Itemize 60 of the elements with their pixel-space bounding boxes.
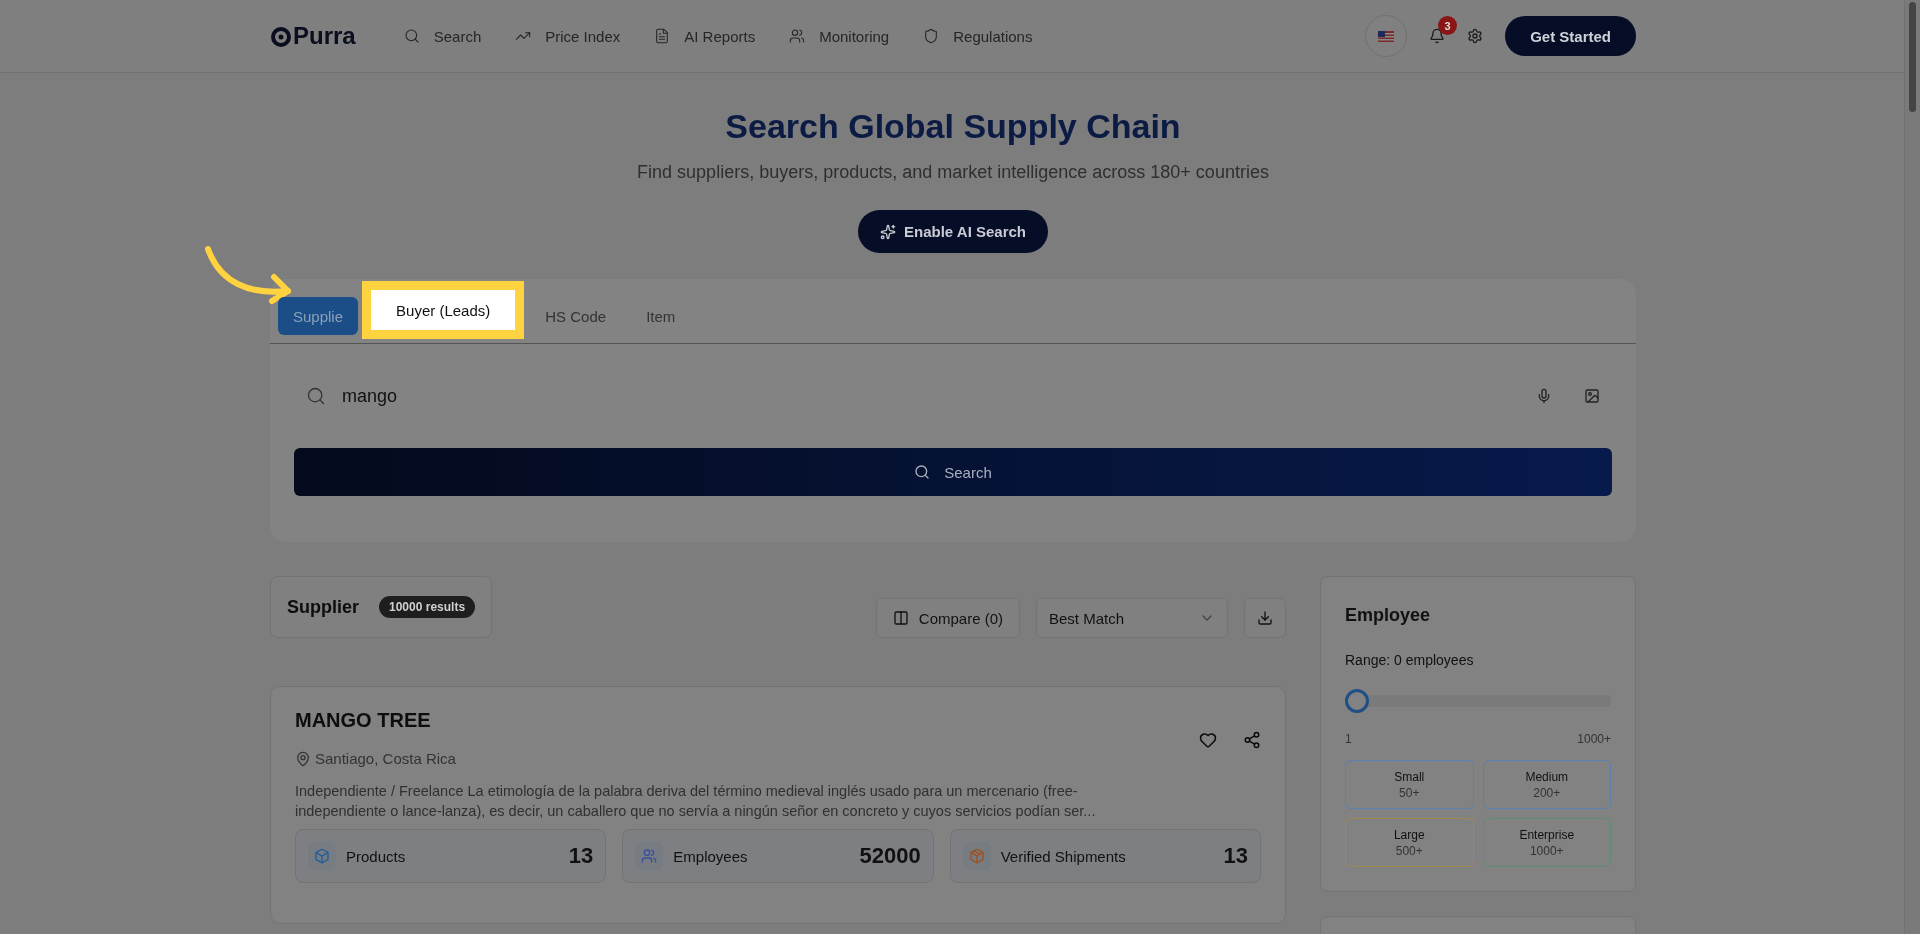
stat-label: Employees: [673, 847, 749, 865]
slider-min-label: 1: [1345, 732, 1352, 746]
search-button[interactable]: Search: [294, 448, 1612, 496]
company-description: Independiente / Freelance La etimología de la palabra deriva del término medieval inglés usado para un mercenario (free-independiente o lance-lanza), es decir, un caballero que no servía a ningún señor en concreto y cuyos servicios podían ser...: [295, 782, 1097, 821]
nav-link[interactable]: Price Index: [515, 27, 621, 45]
search-tab[interactable]: Buyer (Leads): [362, 281, 525, 339]
stat-label: Products: [346, 847, 407, 865]
search-field[interactable]: mango: [340, 384, 1522, 408]
size-option[interactable]: Medium 200+: [1482, 760, 1611, 809]
sparkle-icon: [880, 223, 896, 240]
stat-value: 13: [568, 843, 594, 869]
search-tab[interactable]: HS Code: [530, 297, 622, 335]
image-icon[interactable]: [1584, 388, 1600, 404]
size-option[interactable]: Enterprise 1000+: [1482, 818, 1611, 867]
results-count-badge: 10000 results: [379, 596, 476, 618]
nav-link[interactable]: Search: [403, 27, 482, 45]
filter-title: Employee: [1345, 605, 1432, 626]
company-location: Santiago, Costa Rica: [315, 750, 456, 767]
slider-max-label: 1000+: [1577, 732, 1611, 746]
nav-link[interactable]: Monitoring: [789, 27, 890, 45]
share-icon[interactable]: [1243, 731, 1261, 749]
size-option[interactable]: Small 50+: [1345, 760, 1474, 809]
page-subtitle: Find suppliers, buyers, products, and market intelligence across 180+ countries: [636, 162, 1270, 183]
get-started-button[interactable]: Get Started: [1505, 16, 1636, 56]
search-tab[interactable]: Item: [631, 297, 691, 335]
slider-thumb[interactable]: [1345, 689, 1369, 713]
settings-button[interactable]: [1467, 28, 1484, 44]
microphone-icon[interactable]: [1536, 388, 1552, 404]
company-name: MANGO TREE: [295, 709, 432, 732]
sort-select[interactable]: Best Match: [1036, 598, 1228, 638]
location-pin-icon: [295, 750, 311, 767]
shield-icon: [923, 28, 940, 44]
flag-icon: [1378, 30, 1395, 42]
document-icon: [654, 28, 671, 44]
size-option[interactable]: Large 500+: [1345, 818, 1474, 867]
notification-badge: 3: [1438, 16, 1458, 35]
stat-value: 52000: [859, 843, 921, 869]
download-icon: [1257, 610, 1273, 626]
heart-icon[interactable]: [1199, 731, 1217, 749]
scrollbar[interactable]: [1904, 0, 1920, 934]
search-icon: [403, 28, 420, 44]
logo-icon: [270, 25, 292, 47]
users-icon: [789, 28, 806, 44]
compare-button[interactable]: Compare (0): [875, 598, 1020, 638]
range-label: Range: 0 employees: [1345, 652, 1475, 668]
nav-link[interactable]: Regulations: [923, 27, 1033, 45]
stat-label: Verified Shipments: [1000, 847, 1127, 865]
stat-value: 13: [1223, 843, 1248, 869]
nav-link[interactable]: AI Reports: [654, 27, 756, 45]
ai-search-button[interactable]: Enable AI Search: [858, 210, 1048, 253]
compare-icon: [892, 610, 909, 626]
results-title: Supplier: [287, 596, 359, 618]
search-tab[interactable]: Supplie: [278, 297, 359, 335]
download-button[interactable]: [1244, 598, 1286, 638]
page-title: Search Global Supply Chain: [724, 107, 1182, 146]
search-icon: [914, 464, 931, 480]
language-button[interactable]: [1365, 15, 1408, 57]
notification-button[interactable]: [1429, 28, 1446, 44]
search-icon: [306, 386, 326, 406]
logo-text: Purra: [293, 22, 356, 50]
